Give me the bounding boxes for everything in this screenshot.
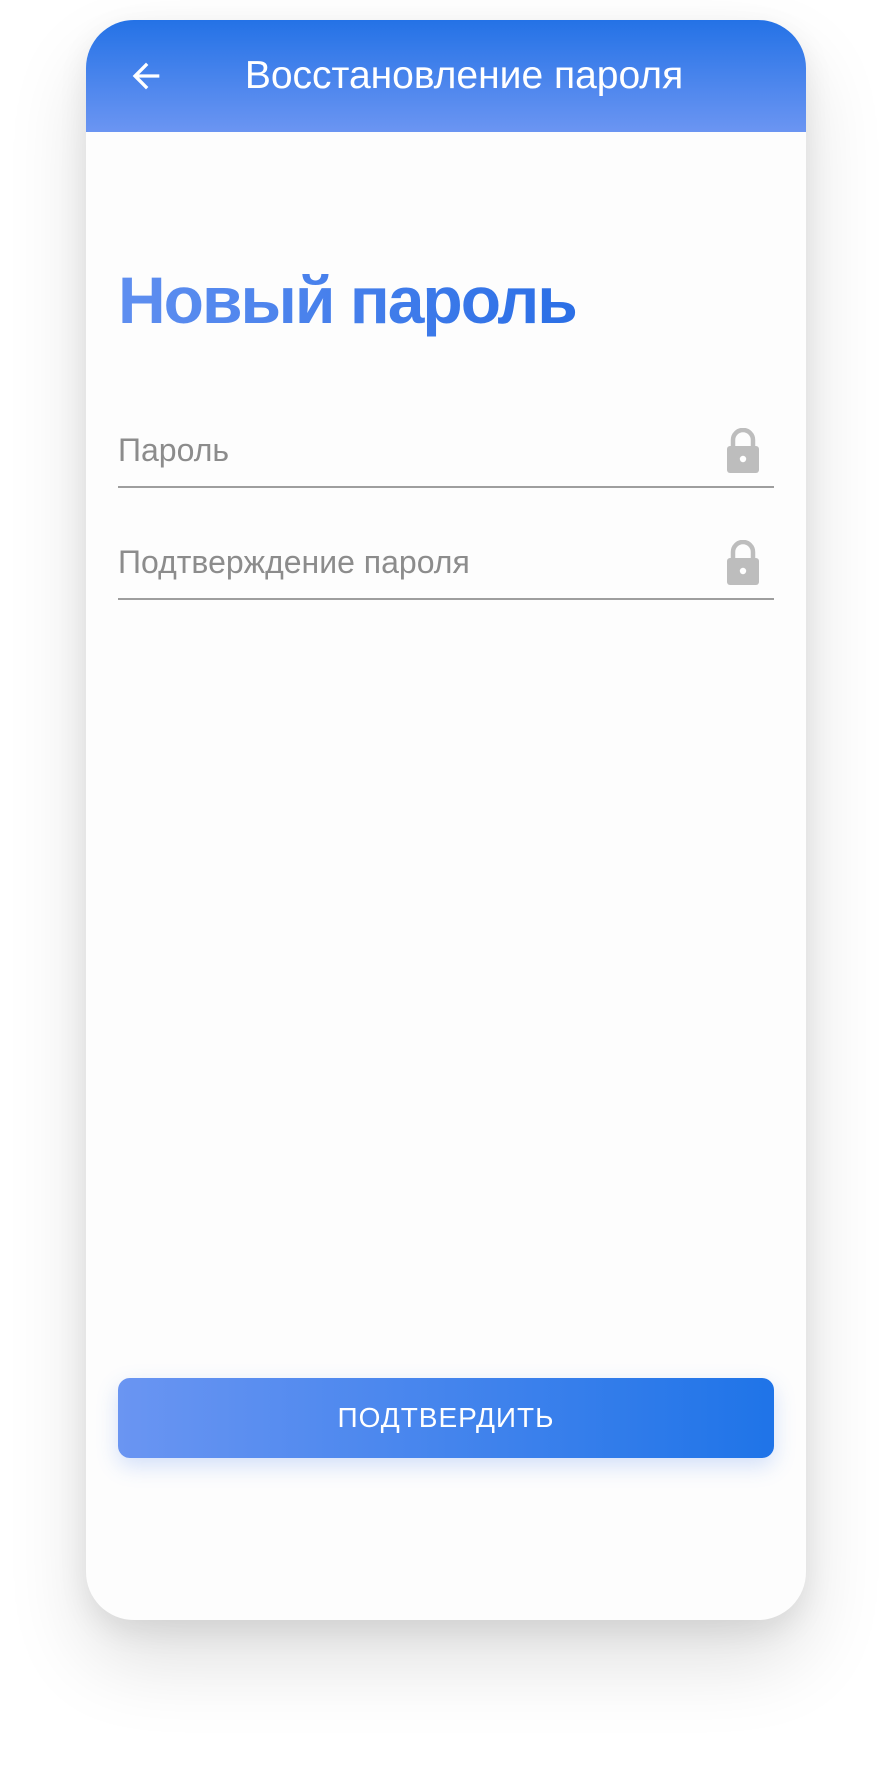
arrow-left-icon bbox=[132, 62, 160, 90]
password-confirm-input[interactable] bbox=[118, 536, 698, 588]
back-button[interactable] bbox=[122, 52, 170, 100]
lock-icon[interactable] bbox=[726, 428, 760, 474]
password-field bbox=[118, 414, 774, 488]
phone-screen: Восстановление пароля Новый пароль ПОДТВ… bbox=[86, 20, 806, 1620]
password-input[interactable] bbox=[118, 424, 698, 476]
confirm-button[interactable]: ПОДТВЕРДИТЬ bbox=[118, 1378, 774, 1458]
app-bar: Восстановление пароля bbox=[86, 20, 806, 132]
password-confirm-field bbox=[118, 526, 774, 600]
page-title: Восстановление пароля bbox=[244, 54, 684, 97]
lock-icon[interactable] bbox=[726, 540, 760, 586]
new-password-heading: Новый пароль bbox=[118, 260, 578, 340]
